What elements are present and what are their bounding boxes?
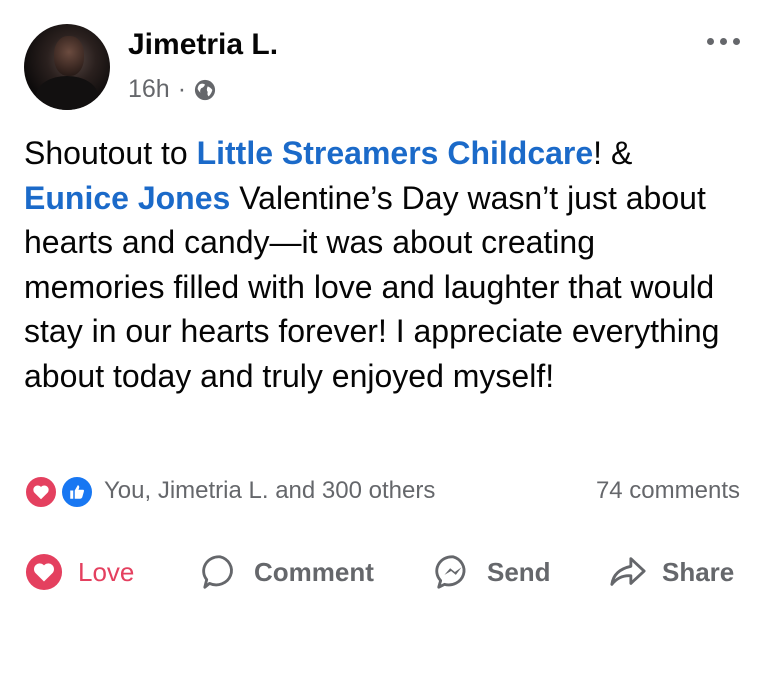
post-time[interactable]: 16h [128, 75, 170, 104]
comment-button[interactable]: Comment [200, 548, 374, 596]
more-dot-icon [720, 38, 727, 45]
send-label: Send [487, 556, 551, 587]
reactions-row: You, Jimetria L. and 300 others 74 comme… [24, 470, 744, 510]
globe-icon[interactable] [194, 79, 216, 101]
reaction-summary[interactable]: You, Jimetria L. and 300 others [104, 477, 435, 505]
tag-eunice-jones[interactable]: Eunice Jones [24, 180, 230, 216]
post-header: Jimetria L. 16h · [24, 24, 744, 114]
love-button[interactable]: Love [24, 548, 134, 596]
love-label: Love [78, 556, 135, 587]
meta-separator: · [177, 75, 187, 103]
love-icon [24, 552, 64, 592]
post-meta: 16h · [128, 75, 216, 104]
messenger-icon [433, 552, 473, 592]
more-options-button[interactable] [707, 38, 740, 45]
avatar-shoulder [36, 76, 98, 110]
share-icon [608, 552, 648, 592]
send-button[interactable]: Send [433, 548, 551, 596]
post-text-segment: ! & [593, 135, 633, 171]
more-dot-icon [733, 38, 740, 45]
action-bar: Love Comment Send Share [24, 548, 744, 596]
tag-little-streamers[interactable]: Little Streamers Childcare [197, 135, 594, 171]
love-reaction-icon [24, 475, 58, 509]
avatar-face [54, 36, 84, 76]
author-name[interactable]: Jimetria L. [128, 28, 278, 62]
share-label: Share [662, 556, 735, 587]
comment-label: Comment [254, 556, 374, 587]
avatar[interactable] [24, 24, 110, 110]
share-button[interactable]: Share [608, 548, 734, 596]
like-reaction-icon [60, 475, 94, 509]
post-body: Shoutout to Little Streamers Childcare! … [24, 131, 744, 398]
comment-icon [200, 552, 240, 592]
more-dot-icon [707, 38, 714, 45]
post-text-segment: Shoutout to [24, 135, 197, 171]
comments-count[interactable]: 74 comments [596, 477, 740, 505]
reaction-icons[interactable] [24, 475, 94, 509]
